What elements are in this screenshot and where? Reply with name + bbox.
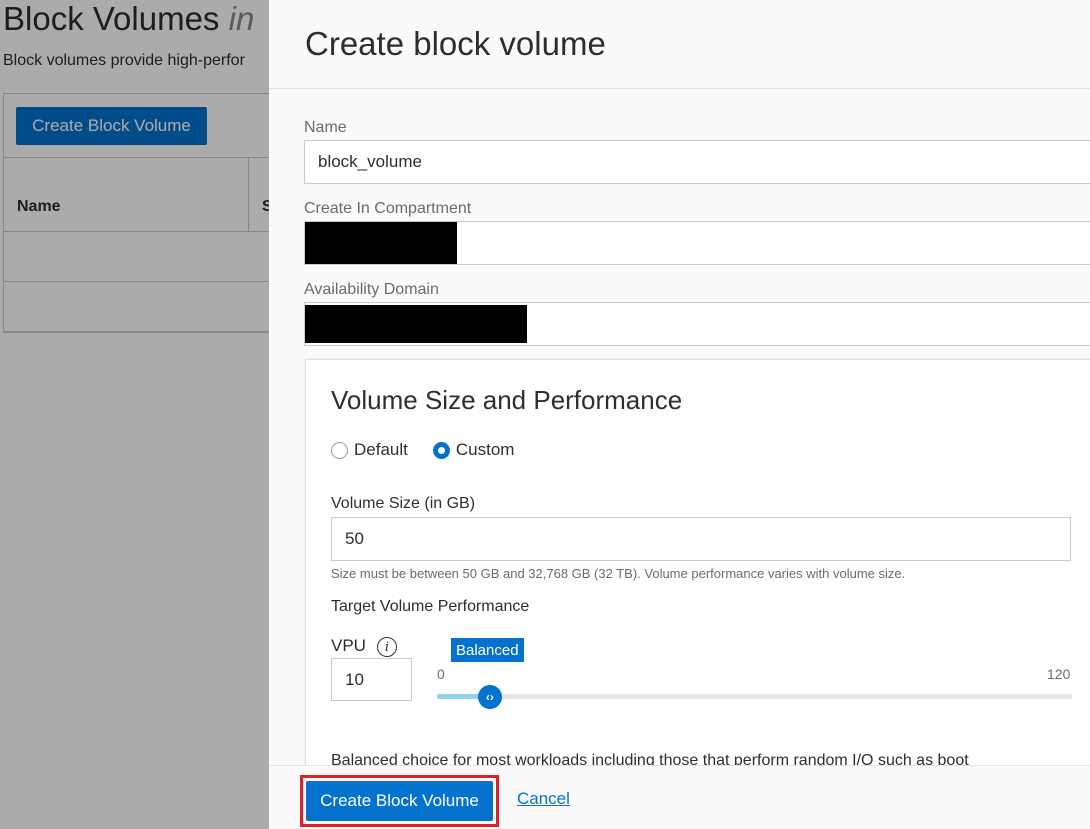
radio-default-circle[interactable]	[331, 441, 348, 459]
info-icon[interactable]: i	[377, 637, 397, 657]
drawer-footer: Create Block Volume Cancel	[269, 765, 1090, 829]
vpu-label: VPU	[331, 636, 366, 655]
vpu-input[interactable]: 10	[331, 658, 412, 701]
availability-domain-label: Availability Domain	[304, 281, 439, 298]
volume-size-label: Volume Size (in GB)	[331, 495, 476, 512]
drawer-header: Create block volume	[269, 0, 1090, 89]
volume-size-performance-section: Volume Size and Performance Default Cust…	[305, 359, 1090, 765]
target-performance-label: Target Volume Performance	[331, 598, 530, 615]
redacted-availability-domain-value	[305, 305, 527, 343]
vpu-slider-track[interactable]	[437, 694, 1072, 699]
radio-custom-label: Custom	[455, 440, 515, 459]
drawer-body[interactable]: Name block_volume Create In Compartment …	[269, 89, 1090, 765]
slider-min-label: 0	[437, 666, 445, 682]
radio-custom-circle[interactable]	[432, 441, 450, 459]
highlight-box: Create Block Volume	[300, 775, 499, 827]
size-mode-radio-group: Default Custom	[331, 440, 539, 460]
redacted-compartment-value	[305, 222, 457, 264]
volume-size-input[interactable]: 50	[331, 517, 1071, 561]
vpu-slider-handle[interactable]: ‹›	[477, 685, 502, 709]
cancel-link[interactable]: Cancel	[517, 789, 570, 809]
compartment-select[interactable]	[304, 221, 1090, 265]
name-label: Name	[304, 119, 347, 136]
compartment-label: Create In Compartment	[304, 200, 472, 217]
radio-custom[interactable]: Custom	[432, 440, 515, 460]
radio-default-label: Default	[354, 440, 408, 459]
availability-domain-select[interactable]	[304, 302, 1090, 346]
name-input[interactable]: block_volume	[304, 140, 1090, 184]
performance-description: Balanced choice for most workloads inclu…	[331, 752, 969, 765]
create-block-volume-button[interactable]: Create Block Volume	[306, 781, 493, 821]
section-title: Volume Size and Performance	[331, 385, 683, 415]
slider-max-label: 120	[1047, 666, 1071, 682]
slider-value-badge: Balanced	[451, 638, 524, 662]
radio-default[interactable]: Default	[331, 440, 408, 460]
volume-size-help-text: Size must be between 50 GB and 32,768 GB…	[331, 566, 906, 581]
drawer-title: Create block volume	[305, 25, 606, 62]
create-volume-drawer: Create block volume Name block_volume Cr…	[269, 0, 1090, 829]
